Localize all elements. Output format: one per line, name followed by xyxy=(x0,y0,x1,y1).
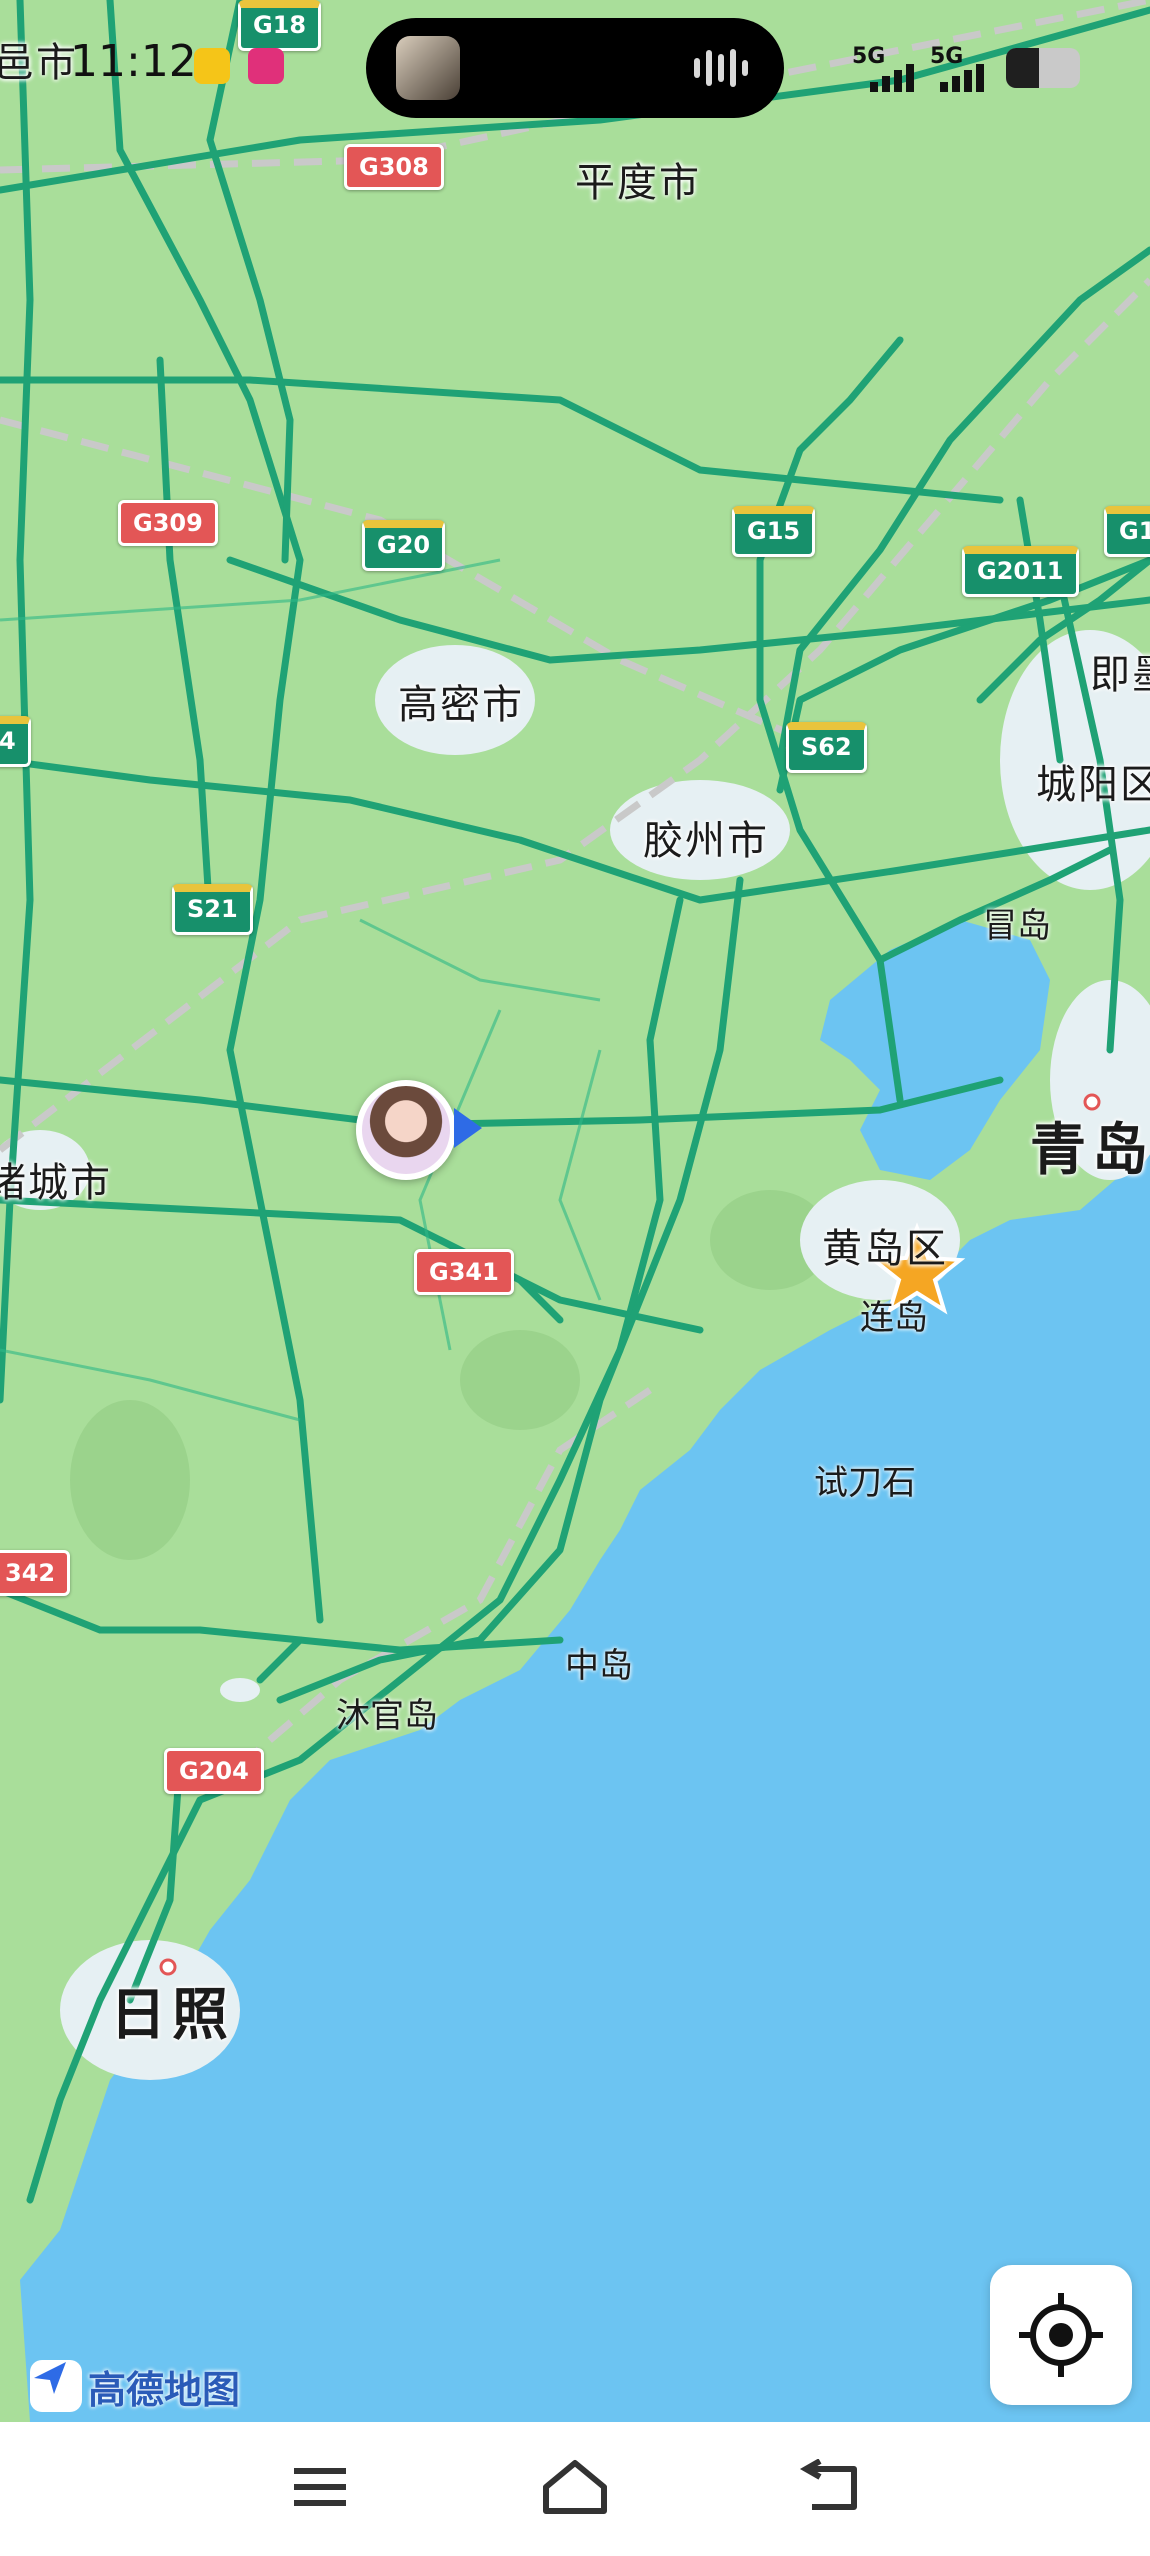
signal-1-icon xyxy=(870,64,914,92)
user-location-avatar[interactable] xyxy=(356,1080,456,1180)
island-label-maodao: 冒岛 xyxy=(983,906,1051,946)
road-shield-g204: G204 xyxy=(164,1748,264,1794)
road-shield-g1-partial: G1 xyxy=(1104,506,1150,557)
road-shield-g20: G20 xyxy=(362,520,446,571)
album-art-icon xyxy=(396,36,460,100)
dynamic-island-now-playing[interactable] xyxy=(366,18,784,118)
city-label-jimo: 即墨 xyxy=(1090,652,1150,698)
road-shield-g342: 342 xyxy=(0,1550,71,1596)
crosshair-locate-icon xyxy=(1019,2293,1103,2377)
home-icon xyxy=(543,2460,607,2514)
road-shield-g2011: G2011 xyxy=(962,546,1079,597)
back-icon xyxy=(799,2459,857,2510)
city-label-pingdu: 平度市 xyxy=(575,160,701,206)
island-label-liandao: 连岛 xyxy=(860,1298,928,1338)
road-shield-s62: S62 xyxy=(786,722,867,773)
road-shield-g308: G308 xyxy=(344,144,444,190)
back-button[interactable] xyxy=(790,2452,870,2522)
map-layer xyxy=(0,0,1150,2422)
island-label-shidaoshi: 试刀石 xyxy=(814,1463,916,1503)
map-canvas[interactable]: 邑市 平度市 高密市 胶州市 城阳区 即墨 黄岛区 诸城市 青岛 日照 冒岛 连… xyxy=(0,0,1150,2422)
city-label-chengyang: 城阳区 xyxy=(1036,762,1150,808)
menu-button[interactable] xyxy=(280,2452,360,2522)
road-shield-s21: S21 xyxy=(172,884,253,935)
city-label-gaomi: 高密市 xyxy=(398,682,524,728)
city-label-rizhao: 日照 xyxy=(110,1983,234,2048)
heading-arrow-icon xyxy=(454,1108,482,1148)
status-time: 11:12 xyxy=(70,36,197,87)
city-label-zhucheng: 诸城市 xyxy=(0,1160,112,1206)
island-label-zhongdao: 中岛 xyxy=(565,1646,633,1686)
city-label-qingdao: 青岛 xyxy=(1030,1118,1150,1183)
amap-logo-icon xyxy=(30,2360,82,2412)
battery-icon xyxy=(1006,48,1080,88)
road-shield-g15: G15 xyxy=(732,506,816,557)
road-shield-g341: G341 xyxy=(414,1249,514,1295)
road-shield-g309: G309 xyxy=(118,500,218,546)
signal-2-icon xyxy=(940,64,984,92)
menu-icon xyxy=(294,2468,346,2506)
music-app-icon xyxy=(194,48,230,84)
status-bar: 11:12 5G 5G xyxy=(0,0,1150,130)
amap-logo-text: 高德地图 xyxy=(88,2367,241,2412)
road-shield-left: 4 xyxy=(0,716,31,767)
system-navigation-bar xyxy=(0,2422,1150,2556)
city-label-huangdao: 黄岛区 xyxy=(822,1226,948,1272)
home-button[interactable] xyxy=(535,2452,615,2522)
city-label-jiaozhou: 胶州市 xyxy=(643,818,769,864)
locate-button[interactable] xyxy=(990,2265,1132,2405)
battery-level xyxy=(1006,48,1040,88)
island-label-mugongdao: 沐官岛 xyxy=(336,1696,438,1736)
amap-logo: 高德地图 xyxy=(30,2358,240,2414)
shopping-app-icon xyxy=(248,48,284,84)
audio-wave-icon xyxy=(694,48,754,88)
